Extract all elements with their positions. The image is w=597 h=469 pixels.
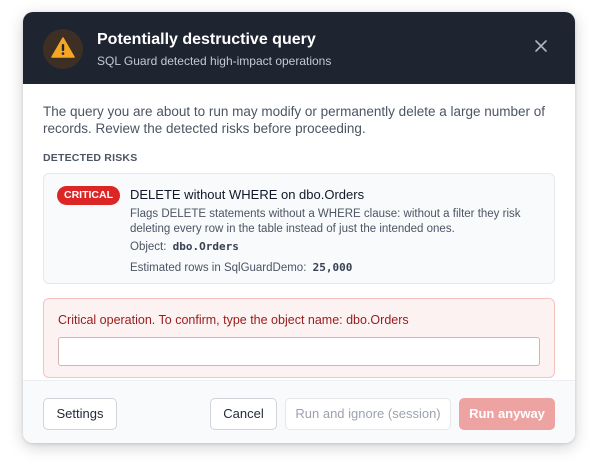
close-button[interactable]: [530, 35, 552, 57]
risk-description: Flags DELETE statements without a WHERE …: [130, 208, 521, 235]
risk-rows-label: Estimated rows in SqlGuardDemo:: [130, 262, 307, 274]
confirm-panel: Critical operation. To confirm, type the…: [43, 298, 555, 378]
intro-text: The query you are about to run may modif…: [43, 104, 546, 136]
risk-estimated-rows: Estimated rows in SqlGuardDemo: 25,000: [130, 261, 352, 274]
dialog-footer: Settings Cancel Run and ignore (session)…: [23, 380, 575, 443]
risk-object-label: Object:: [130, 241, 167, 253]
risk-title: DELETE without WHERE on dbo.Orders: [130, 187, 365, 202]
run-and-ignore-button[interactable]: Run and ignore (session): [285, 398, 451, 430]
dialog-title: Potentially destructive query: [97, 31, 316, 48]
detected-risks-heading: DETECTED RISKS: [43, 152, 138, 164]
risk-item: CRITICAL DELETE without WHERE on dbo.Ord…: [43, 173, 555, 284]
dialog-subtitle: SQL Guard detected high-impact operation…: [97, 54, 332, 68]
warning-badge: [43, 29, 83, 69]
warning-icon: [51, 37, 75, 58]
risk-object-value: dbo.Orders: [172, 240, 239, 253]
settings-button[interactable]: Settings: [43, 398, 117, 430]
sql-guard-dialog: Potentially destructive query SQL Guard …: [23, 12, 575, 443]
cancel-button[interactable]: Cancel: [210, 398, 277, 430]
confirm-object-name-input[interactable]: [58, 337, 540, 366]
risk-object: Object: dbo.Orders: [130, 240, 239, 253]
severity-badge: CRITICAL: [57, 186, 120, 205]
risk-rows-value: 25,000: [312, 261, 353, 274]
dialog-header: Potentially destructive query SQL Guard …: [23, 12, 575, 84]
close-icon: [535, 40, 547, 52]
run-anyway-button[interactable]: Run anyway: [459, 398, 555, 430]
confirm-label: Critical operation. To confirm, type the…: [58, 313, 409, 327]
